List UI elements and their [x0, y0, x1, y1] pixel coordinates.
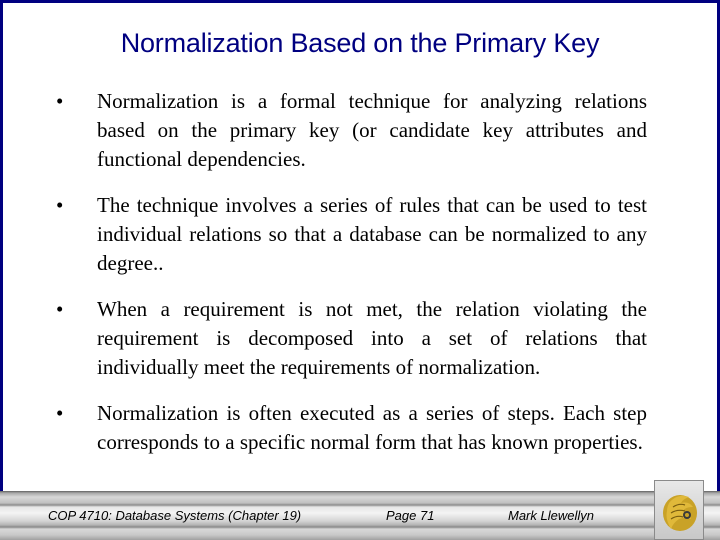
footer-author: Mark Llewellyn [508, 508, 594, 523]
footer-page-number: Page 71 [386, 508, 435, 523]
bullet-text: When a requirement is not met, the relat… [97, 297, 647, 379]
footer-course: COP 4710: Database Systems (Chapter 19) [48, 508, 302, 523]
bullet-item: • Normalization is often executed as a s… [3, 399, 717, 503]
logo-tile [654, 480, 704, 540]
bullet-icon: • [56, 297, 64, 321]
slide-footer: COP 4710: Database Systems (Chapter 19) … [0, 491, 720, 540]
bullet-text: Normalization is often executed as a ser… [97, 401, 647, 454]
slide-title: Normalization Based on the Primary Key [120, 28, 600, 58]
bullet-icon: • [56, 401, 64, 425]
bullet-item: • The technique involves a series of rul… [3, 191, 717, 295]
bullet-text: The technique involves a series of rules… [97, 193, 647, 275]
slide-content: Normalization Based on the Primary Key •… [3, 3, 717, 491]
bullet-item: • When a requirement is not met, the rel… [3, 295, 717, 399]
pegasus-logo-icon [663, 495, 697, 531]
bullet-icon: • [56, 89, 64, 113]
bullet-icon: • [56, 193, 64, 217]
bullet-item: • Normalization is a formal technique fo… [3, 87, 717, 191]
slide: Normalization Based on the Primary Key •… [0, 0, 720, 540]
bullet-list: • Normalization is a formal technique fo… [3, 87, 717, 503]
bullet-text: Normalization is a formal technique for … [97, 89, 647, 171]
